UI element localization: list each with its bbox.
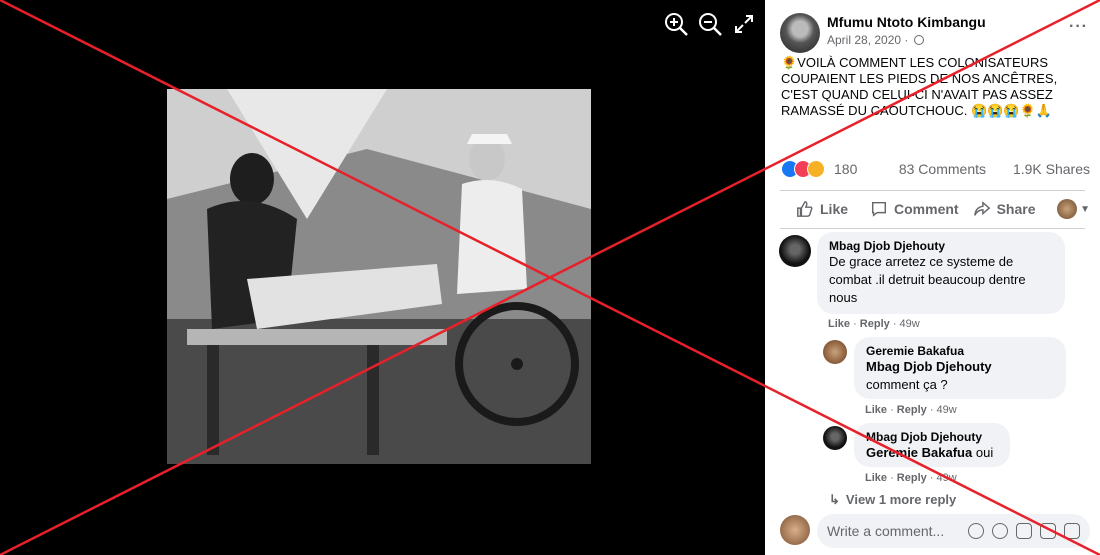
comment-reply-link[interactable]: Reply <box>897 472 927 484</box>
photo-illustration <box>167 89 591 464</box>
view-more-label: View 1 more reply <box>845 492 957 507</box>
write-comment-input[interactable]: Write a comment... <box>817 514 1090 548</box>
comment-like-link[interactable]: Like <box>828 318 850 330</box>
share-icon <box>973 201 990 216</box>
author-name[interactable]: Mfumu Ntoto Kimbangu <box>827 14 986 30</box>
comment-like-link[interactable]: Like <box>865 472 887 484</box>
emoji-icon[interactable] <box>992 523 1008 539</box>
comment-meta: Like · Reply · 49w <box>865 404 957 416</box>
comment-text: oui <box>975 445 994 460</box>
commenter-name[interactable]: Geremie Bakafua <box>866 344 1054 358</box>
share-label: Share <box>996 201 1036 217</box>
share-button[interactable]: Share <box>973 200 1036 218</box>
reaction-as-selector[interactable]: ▼ <box>1057 199 1090 219</box>
comment-label: Comment <box>894 201 959 217</box>
more-options-icon[interactable]: ··· <box>1069 18 1088 36</box>
post-panel: Mfumu Ntoto Kimbangu April 28, 2020 · ··… <box>765 0 1100 555</box>
comment-meta: Like · Reply · 49w <box>865 472 957 484</box>
comment-button[interactable]: Comment <box>870 200 959 218</box>
commenter-avatar[interactable] <box>823 426 847 450</box>
divider <box>780 228 1085 229</box>
comment-mention[interactable]: Mbag Djob Djehouty <box>866 358 1054 376</box>
comment-icon <box>871 201 887 217</box>
chevron-down-icon: ▼ <box>1080 203 1090 215</box>
comment-like-link[interactable]: Like <box>865 404 887 416</box>
write-comment-placeholder: Write a comment... <box>827 523 945 539</box>
comment-reply-link[interactable]: Reply <box>897 404 927 416</box>
zoom-in-icon[interactable] <box>662 10 690 38</box>
post-photo[interactable] <box>167 89 591 464</box>
like-button[interactable]: Like <box>796 200 848 218</box>
avatar-sticker-icon[interactable] <box>968 523 984 539</box>
comment-time[interactable]: 49w <box>900 318 920 330</box>
reply-arrow-icon: ↳ <box>829 492 840 507</box>
commenter-avatar[interactable] <box>779 235 811 267</box>
globe-icon <box>913 35 924 45</box>
comment-meta: Like · Reply · 49w <box>828 318 920 330</box>
fullscreen-icon[interactable] <box>730 10 758 38</box>
zoom-out-icon[interactable] <box>696 10 724 38</box>
comment-bubble: Mbag Djob Djehouty Geremie Bakafua oui <box>854 423 1010 467</box>
comment-time[interactable]: 49w <box>937 404 957 416</box>
comment-time[interactable]: 49w <box>937 472 957 484</box>
commenter-avatar[interactable] <box>823 340 847 364</box>
share-count[interactable]: 1.9K Shares <box>1013 161 1090 177</box>
post-date[interactable]: April 28, 2020 · <box>827 33 924 47</box>
author-avatar[interactable] <box>780 13 820 53</box>
current-user-avatar[interactable] <box>780 515 810 545</box>
comment-bubble: Mbag Djob Djehouty De grace arretez ce s… <box>817 232 1065 314</box>
comment-reply-link[interactable]: Reply <box>860 318 890 330</box>
comment-mention[interactable]: Geremie Bakafua <box>866 445 972 460</box>
sad-reaction-icon <box>807 160 825 178</box>
gif-icon[interactable] <box>1040 523 1056 539</box>
reactions-summary[interactable]: 180 <box>781 160 857 178</box>
post-date-text[interactable]: April 28, 2020 · <box>827 33 908 47</box>
post-text: 🌻VOILÀ COMMENT LES COLONISATEURS COUPAIE… <box>781 55 1058 118</box>
comment-text: De grace arretez ce systeme de combat .i… <box>829 254 1026 305</box>
commenter-name[interactable]: Mbag Djob Djehouty <box>866 430 998 444</box>
photo-viewer <box>0 0 765 555</box>
commenter-name[interactable]: Mbag Djob Djehouty <box>829 239 1053 253</box>
comment-bubble: Geremie Bakafua Mbag Djob Djehouty comme… <box>854 337 1066 399</box>
view-more-replies-link[interactable]: ↳ View 1 more reply <box>829 492 962 508</box>
like-label: Like <box>820 201 849 217</box>
reaction-count[interactable]: 180 <box>834 161 857 177</box>
profile-avatar <box>1057 199 1078 219</box>
post-actions: Like Comment Share ▼ <box>780 195 1090 223</box>
camera-icon[interactable] <box>1016 523 1032 539</box>
comment-count[interactable]: 83 Comments <box>899 161 986 177</box>
thumbs-up-icon <box>797 201 813 217</box>
sticker-icon[interactable] <box>1064 523 1080 539</box>
divider <box>780 190 1085 191</box>
comment-text: comment ça ? <box>866 377 948 392</box>
